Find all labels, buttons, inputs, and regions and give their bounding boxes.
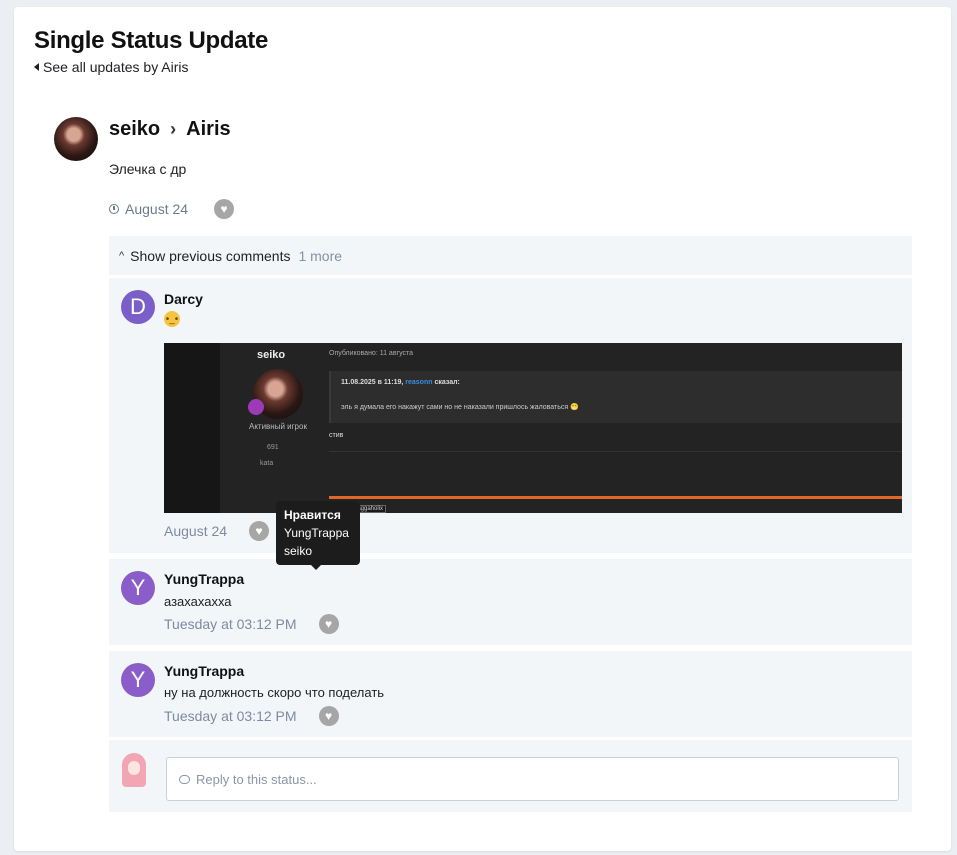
tooltip-title: Нравится xyxy=(284,508,341,522)
comment-date[interactable]: August 24 xyxy=(164,523,227,539)
comment-author[interactable]: YungTrappa xyxy=(164,663,244,679)
screenshot-divider xyxy=(329,451,902,452)
status-meta: August 24 ♥ xyxy=(109,199,235,219)
caret-left-icon xyxy=(34,63,39,71)
screenshot-count: 691 xyxy=(267,444,279,451)
screenshot-sidebar xyxy=(164,343,220,513)
tooltip-user: seiko xyxy=(284,544,313,558)
screenshot-published: Опубликовано: 11 августа xyxy=(329,350,414,357)
quote-body: эль я думала его накажут сами но не нака… xyxy=(341,404,579,411)
screenshot-badge-icon xyxy=(248,399,264,415)
comment-date[interactable]: Tuesday at 03:12 PM xyxy=(164,616,297,632)
comment-meta: Tuesday at 03:12 PM ♥ xyxy=(164,706,339,726)
comment-item: Y YungTrappa ну на должность скоро что п… xyxy=(109,651,912,737)
comment-item: D Darcy •_• seiko Активный игрок 691 kat… xyxy=(109,278,912,570)
screenshot-user: seiko xyxy=(257,349,286,361)
status-text: Элечка с др xyxy=(109,161,187,177)
reply-placeholder: Reply to this status... xyxy=(196,771,317,787)
like-heart-icon[interactable]: ♥ xyxy=(318,614,339,634)
screenshot-quote-head: 11.08.2025 в 11:19, reasonn сказал: xyxy=(341,379,460,386)
screenshot-short: kata xyxy=(260,460,274,467)
raised-eyebrow-emoji: •_• xyxy=(164,311,180,327)
back-link-label: See all updates by Airis xyxy=(43,59,189,75)
chevron-up-icon: ^ xyxy=(119,249,125,262)
more-count: 1 more xyxy=(298,247,343,264)
status-date[interactable]: August 24 xyxy=(125,201,188,217)
comment-avatar[interactable]: Y xyxy=(121,571,155,605)
comment-item: Y YungTrappa азахахахха Tuesday at 03:12… xyxy=(109,559,912,645)
screenshot-quote: 11.08.2025 в 11:19, reasonn сказал: эль … xyxy=(329,371,902,423)
status-header: seiko › Airis xyxy=(109,118,231,141)
like-heart-icon[interactable]: ♥ xyxy=(249,521,270,541)
status-author[interactable]: seiko xyxy=(109,118,160,141)
screenshot-tail: стив xyxy=(329,432,344,439)
reply-input[interactable]: Reply to this status... xyxy=(166,757,899,801)
comment-author[interactable]: Darcy xyxy=(164,291,203,307)
comments-section: ^ Show previous comments 1 more D Darcy … xyxy=(109,236,912,570)
status-target[interactable]: Airis xyxy=(186,118,230,141)
show-previous-label: Show previous comments xyxy=(130,247,291,264)
like-heart-icon[interactable]: ♥ xyxy=(318,706,339,726)
show-previous-comments[interactable]: ^ Show previous comments 1 more xyxy=(109,236,912,275)
likes-tooltip: Нравится YungTrappa seiko xyxy=(276,501,360,570)
quote-date: 11.08.2025 в 11:19, xyxy=(341,379,404,386)
comment-text: ну на должность скоро что поделать xyxy=(164,685,385,700)
reply-row: Reply to this status... xyxy=(109,740,912,812)
quote-user: reasonn xyxy=(405,379,433,386)
comment-text: азахахахха xyxy=(164,594,232,609)
like-heart-icon[interactable]: ♥ xyxy=(214,199,235,219)
screenshot-role: Активный игрок xyxy=(249,422,307,431)
comment-meta: Tuesday at 03:12 PM ♥ xyxy=(164,614,339,634)
current-user-avatar xyxy=(119,753,149,789)
comment-author[interactable]: YungTrappa xyxy=(164,571,244,587)
speech-bubble-icon xyxy=(179,774,190,784)
page-title: Single Status Update xyxy=(34,27,269,54)
chevron-right-icon: › xyxy=(170,119,177,139)
comment-avatar[interactable]: D xyxy=(121,290,155,324)
screenshot-accent-bar xyxy=(329,496,902,499)
clock-icon xyxy=(109,204,119,214)
back-link[interactable]: See all updates by Airis xyxy=(34,59,189,75)
author-avatar[interactable] xyxy=(54,117,98,161)
comment-avatar[interactable]: Y xyxy=(121,663,155,697)
attached-screenshot[interactable]: seiko Активный игрок 691 kata Опубликова… xyxy=(164,343,902,513)
comment-date[interactable]: Tuesday at 03:12 PM xyxy=(164,708,297,724)
tooltip-user: YungTrappa xyxy=(284,526,349,540)
quote-said: сказал: xyxy=(434,379,460,386)
